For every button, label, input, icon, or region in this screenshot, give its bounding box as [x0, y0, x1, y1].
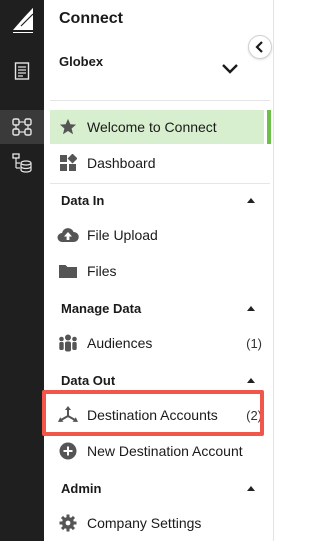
nav-item-label: Audiences: [87, 335, 153, 351]
nav-item-label: Dashboard: [87, 155, 156, 171]
section-title: Manage Data: [61, 300, 142, 316]
folder-icon: [57, 260, 79, 282]
plus-circle-icon: [57, 440, 79, 462]
collapse-panel-button[interactable]: [248, 35, 272, 59]
section-manage-data[interactable]: Manage Data: [61, 296, 261, 320]
nav-item-label: Destination Accounts: [87, 407, 218, 423]
collapse-triangle-icon: [247, 197, 255, 203]
nav-item-files[interactable]: Files: [50, 254, 264, 288]
section-data-out[interactable]: Data Out: [61, 368, 261, 392]
share-arrows-icon: [57, 404, 79, 426]
chevron-left-icon: [255, 41, 263, 53]
rail-documents-button[interactable]: [0, 54, 44, 88]
collapse-triangle-icon: [247, 305, 255, 311]
section-title: Data Out: [61, 372, 116, 388]
nav-item-label: File Upload: [87, 227, 158, 243]
count-badge: (2): [246, 407, 262, 423]
nav-item-label: New Destination Account: [87, 443, 243, 459]
nav-item-label: Company Settings: [87, 515, 202, 531]
section-title: Data In: [61, 192, 105, 208]
cog-icon: [57, 512, 79, 534]
dashboard-icon: [57, 152, 79, 174]
star-icon: [57, 116, 79, 138]
nodes-icon: [12, 118, 32, 136]
rail-connect-button[interactable]: [0, 110, 44, 144]
section-admin[interactable]: Admin: [61, 476, 261, 500]
nav-item-company-settings[interactable]: Company Settings: [50, 506, 264, 540]
count-badge: (1): [246, 335, 262, 351]
cloud-upload-icon: [57, 224, 79, 246]
app-title: Connect: [59, 10, 123, 27]
chevron-down-icon[interactable]: [220, 62, 240, 76]
nav-item-file-upload[interactable]: File Upload: [50, 218, 264, 252]
collapse-triangle-icon: [247, 377, 255, 383]
left-rail: [0, 0, 44, 541]
section-title: Admin: [61, 480, 102, 496]
navigation-panel: Connect Globex Welcome to Connect Dashbo…: [44, 0, 274, 541]
nav-item-dashboard[interactable]: Dashboard: [50, 146, 264, 180]
rail-data-button[interactable]: [0, 146, 44, 180]
nav-item-new-destination-account[interactable]: New Destination Account: [50, 434, 264, 468]
nav-item-label: Welcome to Connect: [87, 119, 217, 135]
collapse-triangle-icon: [247, 485, 255, 491]
section-data-in[interactable]: Data In: [61, 188, 261, 212]
people-icon: [57, 332, 79, 354]
divider: [50, 183, 270, 184]
nav-item-destination-accounts[interactable]: Destination Accounts (2): [50, 398, 264, 432]
nav-item-label: Files: [87, 263, 117, 279]
org-name[interactable]: Globex: [59, 54, 103, 69]
nav-item-welcome[interactable]: Welcome to Connect: [50, 110, 271, 144]
divider: [50, 100, 270, 101]
data-tree-icon: [12, 153, 32, 173]
sail-logo: [13, 6, 34, 33]
document-icon: [14, 62, 30, 80]
nav-item-audiences[interactable]: Audiences (1): [50, 326, 264, 360]
